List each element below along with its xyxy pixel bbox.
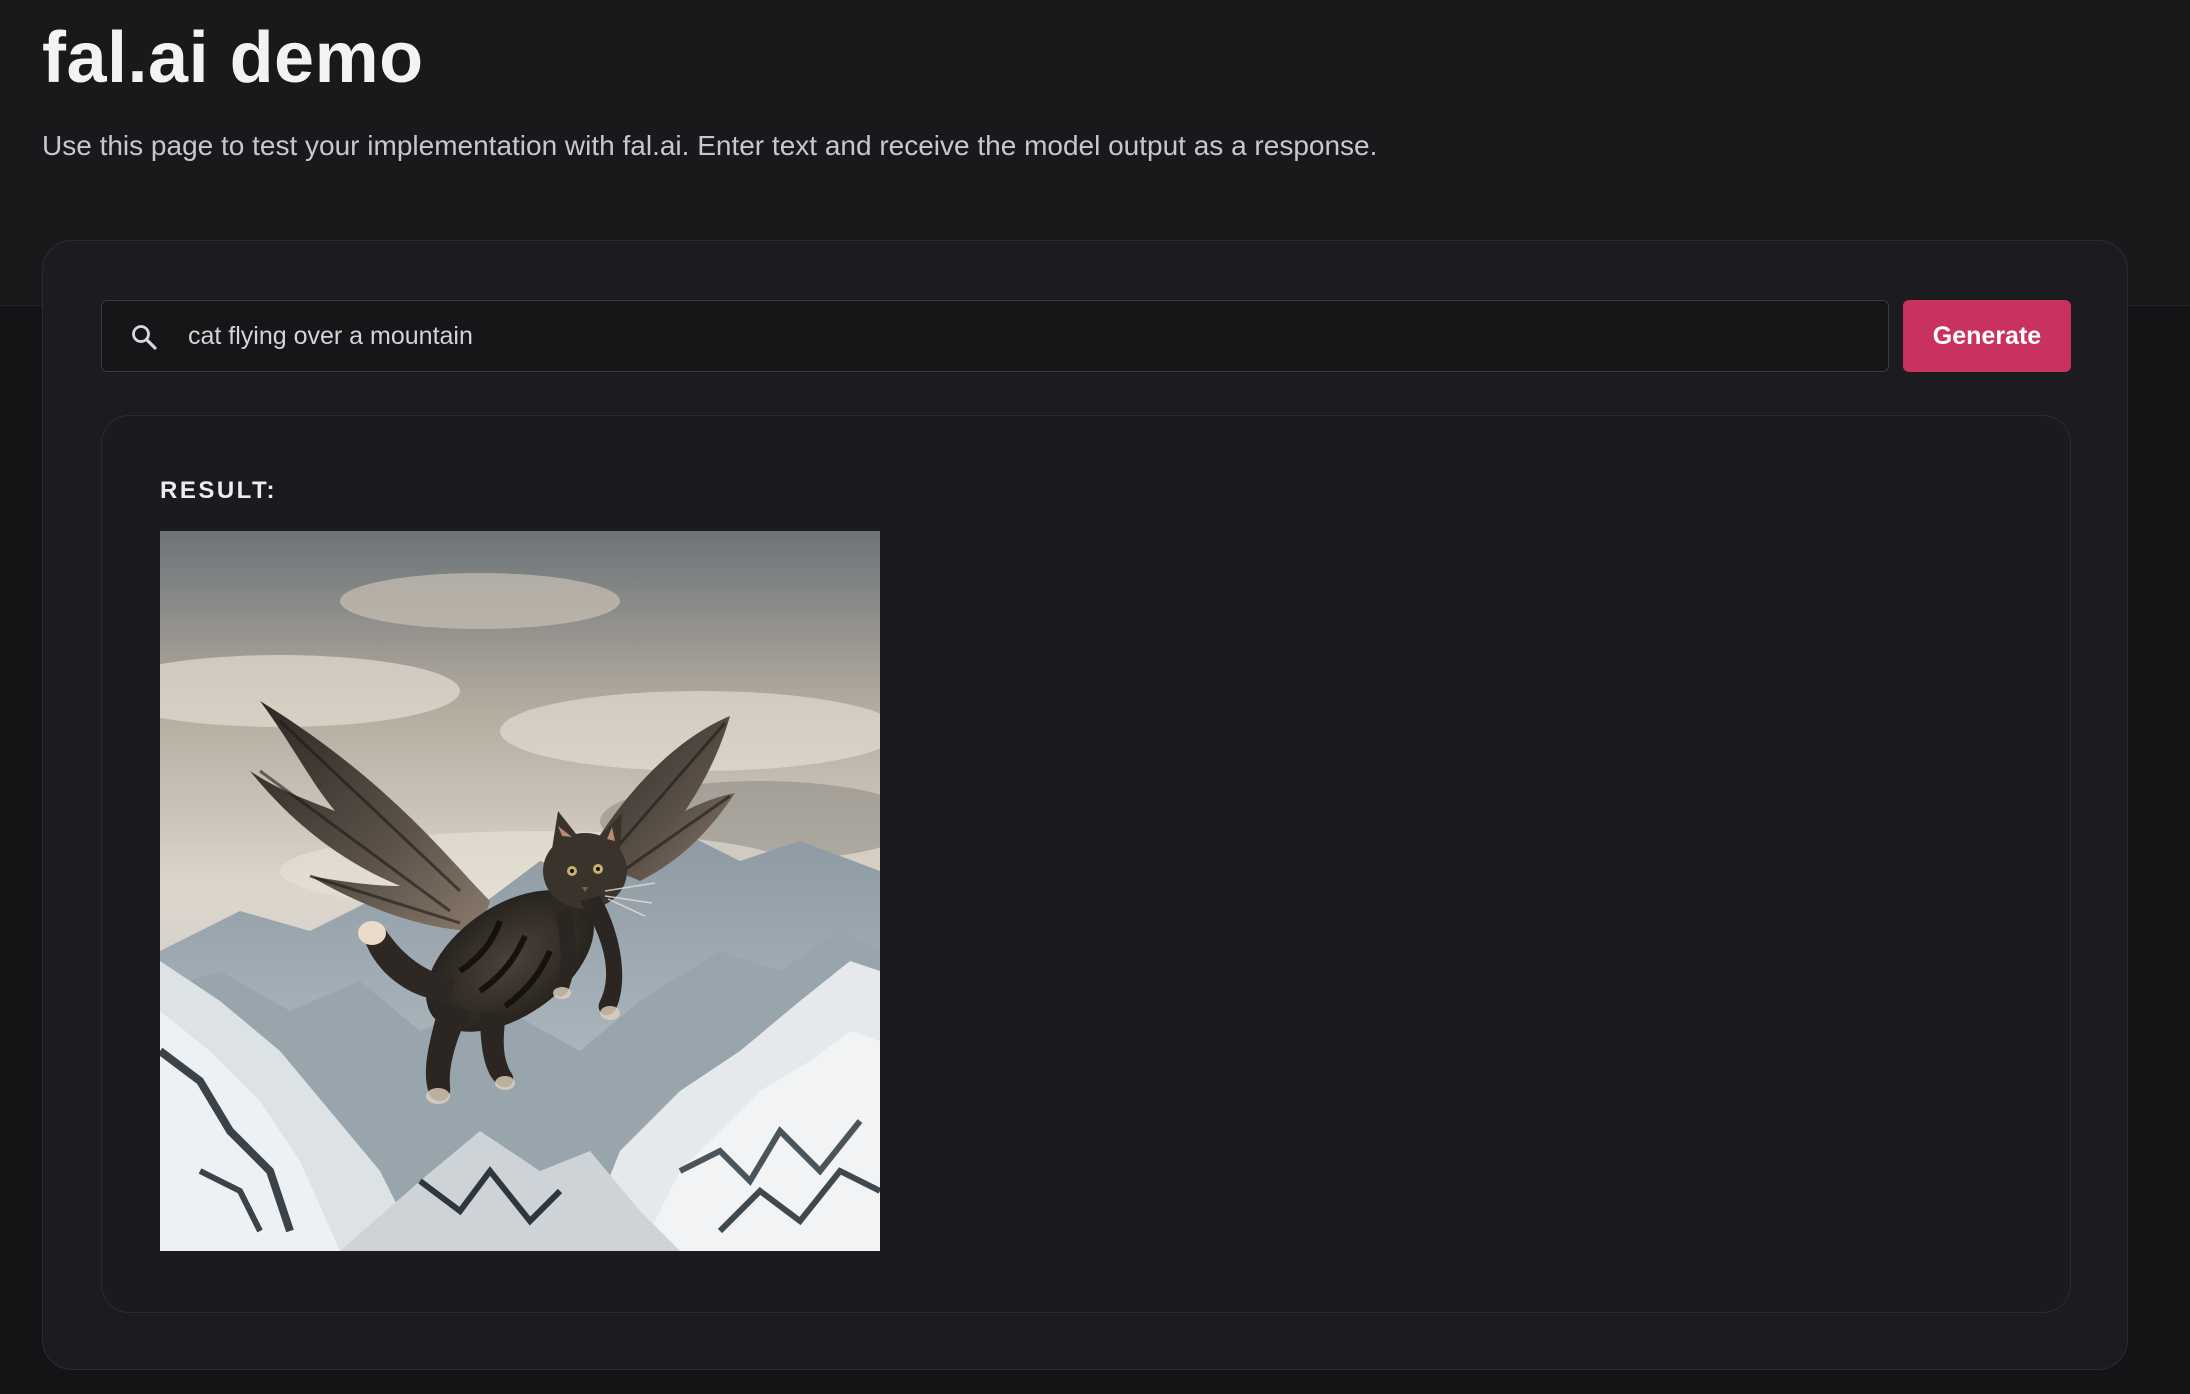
result-panel: RESULT: (101, 415, 2071, 1313)
page-subtitle: Use this page to test your implementatio… (42, 130, 1378, 161)
result-image (160, 531, 880, 1251)
result-label: RESULT: (160, 477, 278, 504)
generate-button[interactable]: Generate (1903, 300, 2071, 372)
search-input[interactable] (188, 301, 1868, 371)
page-title: fal.ai demo (42, 18, 424, 98)
search-icon (130, 323, 158, 351)
search-box[interactable] (101, 300, 1889, 372)
winged-cat-image (160, 531, 880, 1251)
main-card: Generate RESULT: (42, 240, 2128, 1370)
